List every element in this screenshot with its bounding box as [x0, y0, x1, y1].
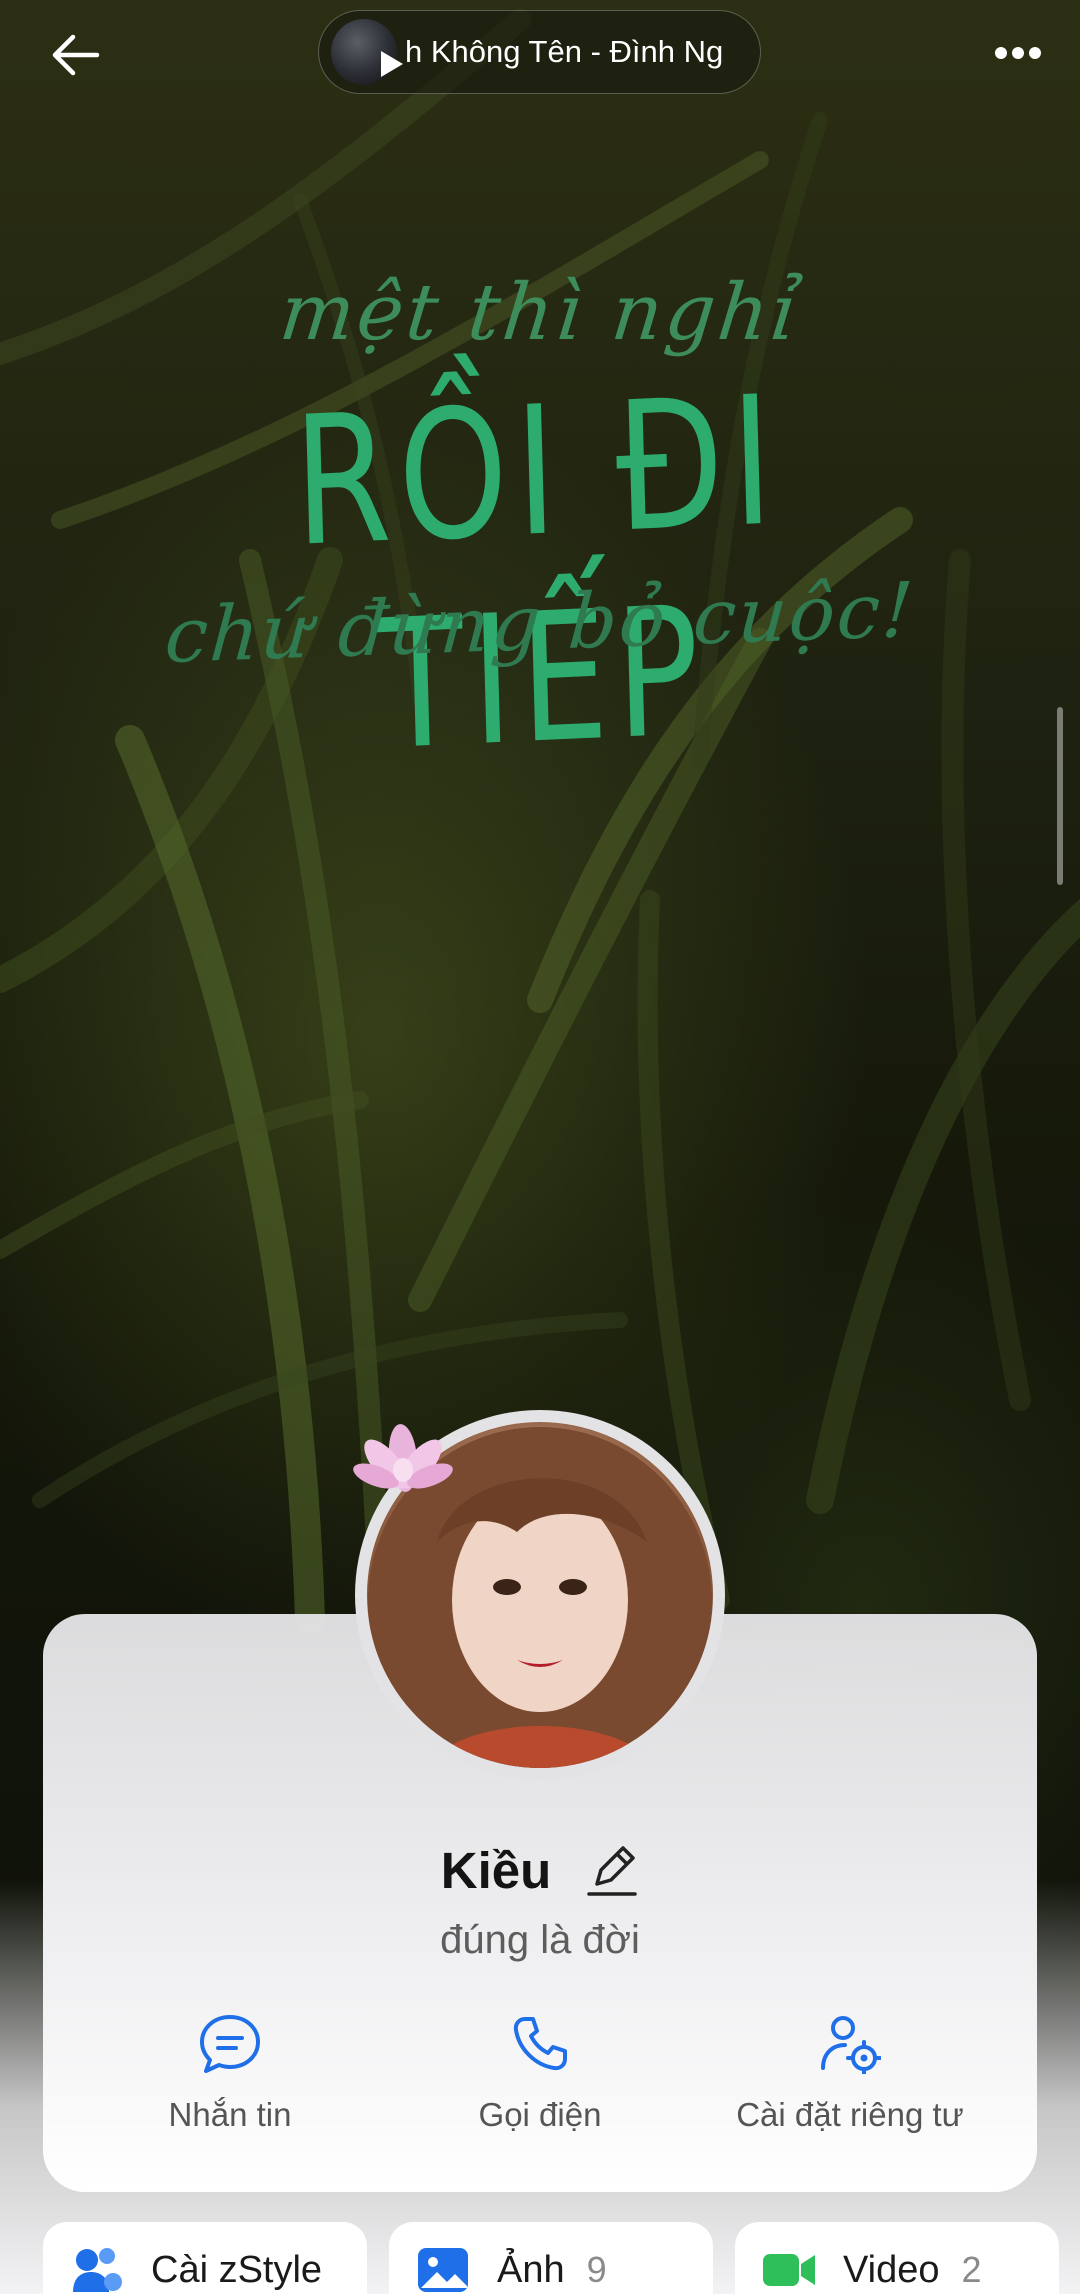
more-horizontal-icon — [995, 47, 1041, 59]
call-label: Gọi điện — [478, 2096, 602, 2133]
zstyle-label: Cài zStyle — [151, 2249, 323, 2291]
message-action[interactable]: Nhắn tin — [65, 2010, 395, 2134]
profile-status: đúng là đời — [440, 1918, 640, 1962]
message-label: Nhắn tin — [168, 2096, 292, 2133]
play-icon[interactable] — [381, 51, 403, 77]
quote-line-1: mệt thì nghỉ — [275, 268, 805, 358]
photos-count: 9 — [586, 2249, 607, 2290]
user-settings-icon — [821, 2016, 881, 2074]
scrollbar[interactable] — [1057, 707, 1063, 885]
music-title: h Không Tên - Đình Ngu — [405, 34, 725, 69]
videos-tile[interactable]: Video 2 — [735, 2222, 1059, 2294]
privacy-settings-action[interactable]: Cài đặt riêng tư — [685, 2010, 1015, 2134]
profile-name: Kiều — [440, 1841, 552, 1899]
album-thumbnail — [331, 19, 403, 85]
zstyle-icon — [73, 2248, 122, 2292]
privacy-settings-label: Cài đặt riêng tư — [736, 2096, 964, 2133]
videos-count: 2 — [961, 2249, 982, 2290]
chat-bubble-icon — [200, 2015, 260, 2073]
edit-name-button[interactable] — [585, 1840, 639, 1900]
pencil-icon — [587, 1846, 638, 1896]
video-icon — [763, 2254, 815, 2286]
more-options-button[interactable] — [982, 28, 1054, 78]
photos-tile[interactable]: Ảnh 9 — [389, 2222, 713, 2294]
phone-icon — [513, 2017, 567, 2071]
videos-label: Video — [843, 2249, 940, 2291]
name-row: Kiều — [0, 1840, 1080, 1900]
image-icon — [418, 2248, 468, 2292]
music-player-pill[interactable]: h Không Tên - Đình Ngu — [318, 10, 761, 94]
zstyle-tile[interactable]: Cài zStyle — [43, 2222, 367, 2294]
back-button[interactable] — [40, 20, 110, 90]
arrow-left-icon — [52, 34, 100, 76]
call-action[interactable]: Gọi điện — [375, 2010, 705, 2134]
lotus-flower-decoration — [353, 1424, 453, 1492]
photos-label: Ảnh — [497, 2249, 565, 2291]
